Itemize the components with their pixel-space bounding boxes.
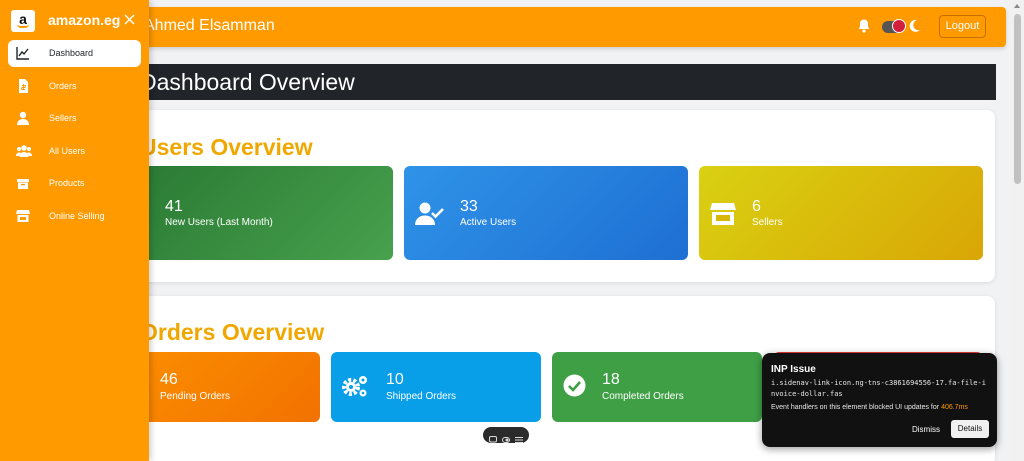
card-label: Pending Orders bbox=[160, 391, 231, 402]
chart-line-icon bbox=[16, 47, 29, 60]
card-value: 10 bbox=[386, 371, 404, 388]
sidebar-item-label: Orders bbox=[49, 81, 77, 91]
store-icon bbox=[710, 203, 736, 225]
users-overview-title: Users Overview bbox=[140, 134, 313, 160]
moon-icon bbox=[909, 19, 920, 32]
popup-description: Event handlers on this element blocked U… bbox=[771, 404, 968, 411]
top-navbar: Ahmed Elsamman Logout bbox=[140, 7, 1006, 47]
bell-icon[interactable] bbox=[856, 18, 872, 34]
card-value: 33 bbox=[460, 198, 478, 215]
user-tie-icon bbox=[17, 111, 29, 125]
boxes-icon bbox=[17, 179, 29, 189]
user-check-icon bbox=[415, 202, 444, 225]
card-value: 6 bbox=[752, 198, 761, 215]
scrollbar-thumb[interactable] bbox=[1014, 14, 1021, 184]
sellers-card[interactable]: 6 Sellers bbox=[699, 166, 983, 260]
popup-duration: 406.7ms bbox=[941, 404, 968, 411]
card-label: Active Users bbox=[460, 217, 517, 228]
theme-toggle-switch[interactable] bbox=[882, 19, 906, 33]
users-icon bbox=[16, 145, 32, 157]
logout-button[interactable]: Logout bbox=[939, 15, 986, 38]
card-label: Sellers bbox=[752, 217, 783, 228]
brand-name: amazon.eg bbox=[48, 12, 121, 28]
sidebar-item-online-selling[interactable]: Online Selling bbox=[8, 203, 141, 230]
sidebar-item-label: Sellers bbox=[49, 113, 77, 123]
close-icon[interactable] bbox=[124, 14, 135, 25]
invoice-dollar-icon bbox=[19, 79, 28, 93]
page-scrollbar[interactable] bbox=[1011, 0, 1024, 461]
sidebar-item-sellers[interactable]: Sellers bbox=[8, 105, 141, 132]
sidebar-item-label: Online Selling bbox=[49, 211, 105, 221]
card-value: 46 bbox=[160, 371, 178, 388]
popup-selector: i.sidenav-link-icon.ng-tns-c3861694556-1… bbox=[771, 379, 986, 398]
check-circle-icon bbox=[563, 374, 586, 397]
sidebar-item-orders[interactable]: Orders bbox=[8, 73, 141, 100]
sidebar-item-label: Dashboard bbox=[49, 48, 94, 58]
sidebar-item-all-users[interactable]: All Users bbox=[8, 138, 141, 165]
menu-icon[interactable] bbox=[515, 431, 523, 443]
card-value: 41 bbox=[165, 198, 183, 215]
comment-icon[interactable] bbox=[489, 431, 497, 443]
scroll-up-arrow-icon[interactable] bbox=[1014, 4, 1020, 8]
user-name: Ahmed Elsamman bbox=[144, 17, 275, 34]
popup-title: INP Issue bbox=[771, 364, 816, 375]
card-value: 18 bbox=[602, 371, 620, 388]
sidebar: a amazon.eg Dashboard Orders Sellers All… bbox=[0, 0, 149, 461]
popup-description-text: Event handlers on this element blocked U… bbox=[771, 404, 940, 411]
toggle-knob bbox=[892, 19, 906, 33]
sidebar-item-label: Products bbox=[49, 178, 85, 188]
card-label: Completed Orders bbox=[602, 391, 684, 402]
pending-orders-card[interactable]: 46 Pending Orders bbox=[140, 352, 320, 422]
cogs-icon bbox=[342, 376, 367, 397]
details-button[interactable]: Details bbox=[951, 420, 989, 438]
shipped-orders-card[interactable]: 10 Shipped Orders bbox=[331, 352, 541, 422]
toggle-icon[interactable] bbox=[502, 431, 510, 443]
completed-orders-card[interactable]: 18 Completed Orders bbox=[552, 352, 762, 422]
sidebar-item-dashboard[interactable]: Dashboard bbox=[8, 40, 141, 67]
page-header: Dashboard Overview bbox=[140, 64, 996, 100]
active-users-card[interactable]: 33 Active Users bbox=[404, 166, 688, 260]
card-label: New Users (Last Month) bbox=[165, 217, 273, 228]
dismiss-button[interactable]: Dismiss bbox=[912, 425, 940, 434]
floating-toolbar bbox=[483, 427, 529, 443]
inp-issue-popup: INP Issue i.sidenav-link-icon.ng-tns-c38… bbox=[762, 353, 997, 447]
amazon-logo: a bbox=[11, 10, 35, 32]
orders-overview-title: Orders Overview bbox=[140, 319, 325, 345]
new-users-card[interactable]: 41 New Users (Last Month) bbox=[140, 166, 393, 260]
page-title: Dashboard Overview bbox=[140, 69, 355, 95]
sidebar-item-label: All Users bbox=[49, 146, 86, 156]
sidebar-item-products[interactable]: Products bbox=[8, 170, 141, 197]
store-icon bbox=[16, 210, 30, 222]
card-label: Shipped Orders bbox=[386, 391, 457, 402]
